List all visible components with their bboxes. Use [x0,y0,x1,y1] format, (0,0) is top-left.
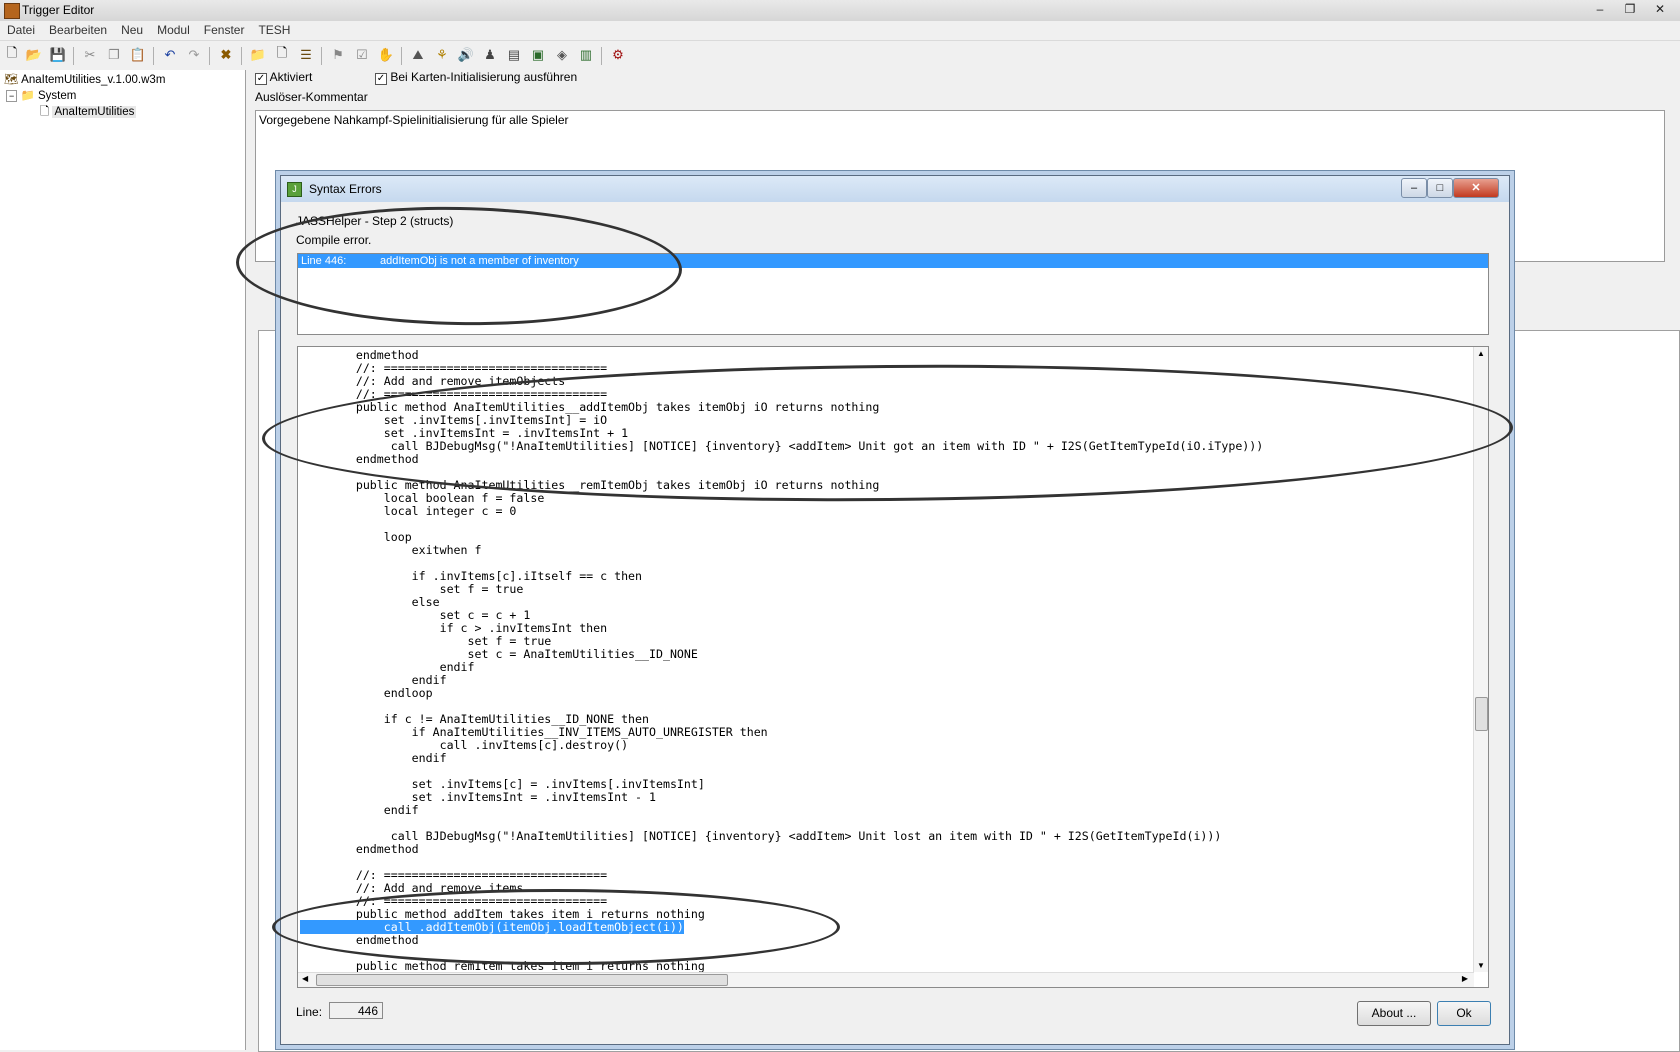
sound-editor-icon[interactable]: 🔊 [456,45,476,65]
menu-bar: Datei Bearbeiten Neu Modul Fenster TESH [0,21,1680,41]
menu-fenster[interactable]: Fenster [197,21,252,39]
horizontal-scrollbar[interactable]: ◀ ▶ [298,972,1474,987]
init-label: Bei Karten-Initialisierung ausführen [390,70,578,84]
menu-datei[interactable]: Datei [0,21,42,39]
dialog-titlebar: J Syntax Errors – □ ✕ [281,176,1509,202]
menu-modul[interactable]: Modul [150,21,197,39]
scroll-down-icon[interactable]: ▼ [1477,961,1485,970]
vertical-scroll-thumb[interactable] [1475,697,1488,731]
new-trigger-icon[interactable]: 🗋 [272,45,292,65]
scroll-up-icon[interactable]: ▲ [1477,349,1485,358]
code-after: endmethod public method remItem takes it… [355,933,705,973]
trigger-file-icon: 🗋 [40,106,50,118]
redo-icon[interactable]: ↷ [184,45,204,65]
syntax-errors-dialog: J Syntax Errors – □ ✕ JASSHelper - Step … [280,175,1510,1045]
toolbar: 🗋 📂 💾 ✂ ❐ 📋 ↶ ↷ ✖ 📁 🗋 ☰ ⚑ ☑ ✋ ⛰ ⚘ 🔊 ♟ ▤ … [0,43,1680,69]
new-file-icon[interactable]: 🗋 [2,45,22,65]
line-label: Line: [296,1005,323,1019]
step-label: JASSHelper - Step 2 (structs) [296,214,454,228]
minimize-icon[interactable]: – [1586,0,1614,18]
dialog-maximize-icon[interactable]: □ [1427,178,1453,198]
error-list: Line 446: addItemObj is not a member of … [297,253,1489,335]
import-manager-icon[interactable]: ◈ [552,45,572,65]
event-icon[interactable]: ⚑ [328,45,348,65]
map-icon: 🗺 [4,74,19,86]
comment-label: Auslöser-Kommentar [255,90,368,104]
new-category-icon[interactable]: 📁 [248,45,268,65]
copy-icon[interactable]: ❐ [104,45,124,65]
code-text: endmethod //: ==========================… [300,349,1263,973]
scroll-right-icon[interactable]: ▶ [1462,974,1468,983]
trigger-tree: 🗺 AnaItemUtilities_v.1.00.w3m − 📁 System… [0,70,246,1050]
init-checkbox[interactable]: ✓ Bei Karten-Initialisierung ausführen [375,70,577,85]
code-highlighted-line: call .addItemObj(itemObj.loadItemObject(… [300,920,684,934]
close-icon[interactable]: ✕ [1646,0,1674,18]
folder-icon: 📁 [20,90,35,102]
campaign-editor-icon[interactable]: ▤ [504,45,524,65]
save-icon[interactable]: 💾 [48,45,68,65]
error-row[interactable]: Line 446: addItemObj is not a member of … [298,254,1488,268]
enabled-label: Aktiviert [269,70,313,84]
collapse-icon[interactable]: − [6,90,18,102]
enabled-checkbox[interactable]: ✓ Aktiviert [255,70,312,85]
about-button[interactable]: About ... [1357,1001,1431,1026]
new-comment-icon[interactable]: ☰ [296,45,316,65]
comment-text: Vorgegebene Nahkampf-Spielinitialisierun… [259,113,569,127]
menu-tesh[interactable]: TESH [251,21,297,39]
status-label: Compile error. [296,233,372,247]
paste-icon[interactable]: 📋 [128,45,148,65]
menu-neu[interactable]: Neu [114,21,150,39]
app-icon [4,3,20,19]
ok-button[interactable]: Ok [1437,1001,1491,1026]
code-view[interactable]: endmethod //: ==========================… [297,346,1489,988]
error-line-number: Line 446: [301,255,347,267]
cut-icon[interactable]: ✂ [80,45,100,65]
error-message: addItemObj is not a member of inventory [380,255,579,267]
dialog-close-icon[interactable]: ✕ [1453,178,1499,198]
object-editor-icon[interactable]: ♟ [480,45,500,65]
window-titlebar: Trigger Editor – ❐ ✕ [0,0,1680,22]
open-folder-icon[interactable]: 📂 [24,45,44,65]
scroll-left-icon[interactable]: ◀ [302,974,308,983]
line-number-field[interactable]: 446 [329,1002,383,1019]
tree-map-node[interactable]: 🗺 AnaItemUtilities_v.1.00.w3m [4,72,165,86]
horizontal-scroll-thumb[interactable] [316,974,728,986]
dialog-minimize-icon[interactable]: – [1401,178,1427,198]
tree-trigger-node[interactable]: 🗋 AnaItemUtilities [40,104,137,123]
terrain-editor-icon[interactable]: ⛰ [408,45,428,65]
vertical-scrollbar[interactable]: ▲ ▼ [1473,347,1488,972]
window-title: Trigger Editor [22,3,95,17]
action-icon[interactable]: ✋ [376,45,396,65]
code-before: endmethod //: ==========================… [355,348,1264,921]
undo-icon[interactable]: ↶ [160,45,180,65]
dialog-title: Syntax Errors [309,182,382,196]
menu-bearbeiten[interactable]: Bearbeiten [42,21,114,39]
script-icon[interactable]: ▥ [576,45,596,65]
trigger-editor-icon[interactable]: ⚘ [432,45,452,65]
jasshelper-icon: J [287,182,302,197]
tree-folder-node[interactable]: − 📁 System [6,88,76,102]
delete-icon[interactable]: ✖ [216,45,236,65]
restore-icon[interactable]: ❐ [1616,0,1644,18]
ai-editor-icon[interactable]: ▣ [528,45,548,65]
condition-icon[interactable]: ☑ [352,45,372,65]
test-map-icon[interactable]: ⚙ [608,45,628,65]
